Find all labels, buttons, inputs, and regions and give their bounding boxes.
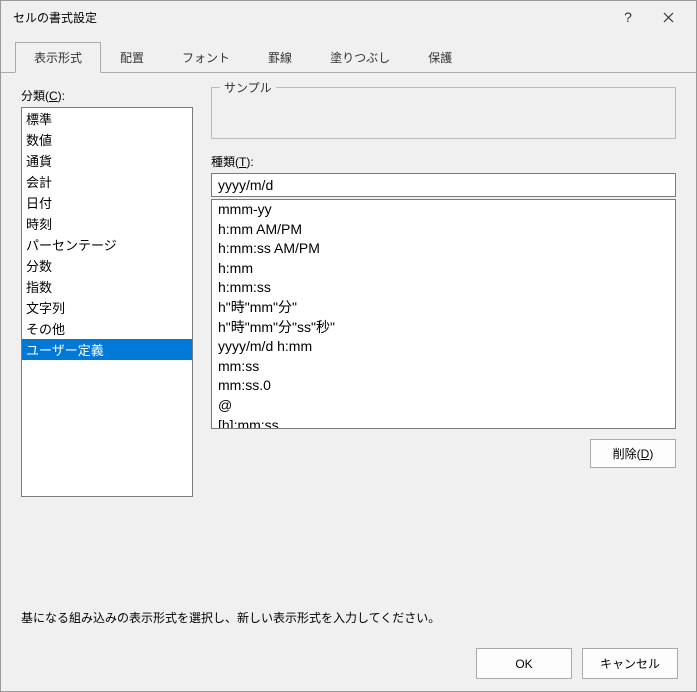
category-item[interactable]: 日付 — [22, 192, 192, 213]
category-label-prefix: 分類( — [21, 89, 49, 103]
tab-0[interactable]: 表示形式 — [15, 42, 101, 73]
delete-button-suffix: ) — [649, 447, 653, 461]
type-item[interactable]: mm:ss.0 — [212, 376, 675, 396]
type-item[interactable]: [h]:mm:ss — [212, 416, 675, 429]
dialog-content: 分類(C): 標準数値通貨会計日付時刻パーセンテージ分数指数文字列その他ユーザー… — [1, 73, 696, 636]
ok-button[interactable]: OK — [476, 648, 572, 679]
delete-button-prefix: 削除( — [613, 447, 641, 461]
tab-5[interactable]: 保護 — [409, 42, 471, 73]
category-item[interactable]: 数値 — [22, 129, 192, 150]
tab-2[interactable]: フォント — [163, 42, 249, 73]
category-item[interactable]: 標準 — [22, 108, 192, 129]
help-button[interactable]: ? — [608, 3, 648, 31]
type-item[interactable]: yyyy/m/d h:mm — [212, 337, 675, 357]
category-item[interactable]: 時刻 — [22, 213, 192, 234]
category-item[interactable]: 会計 — [22, 171, 192, 192]
titlebar: セルの書式設定 ? — [1, 1, 696, 33]
tab-strip: 表示形式配置フォント罫線塗りつぶし保護 — [1, 33, 696, 73]
close-icon — [663, 12, 674, 23]
type-label-prefix: 種類( — [211, 155, 239, 169]
type-list[interactable]: mmm-yyh:mm AM/PMh:mm:ss AM/PMh:mmh:mm:ss… — [211, 199, 676, 429]
category-label-suffix: ): — [58, 89, 65, 103]
category-column: 分類(C): 標準数値通貨会計日付時刻パーセンテージ分数指数文字列その他ユーザー… — [21, 87, 193, 585]
sample-label: サンプル — [220, 79, 276, 96]
sample-group: サンプル — [211, 87, 676, 139]
cancel-button[interactable]: キャンセル — [582, 648, 678, 679]
type-item[interactable]: h:mm:ss AM/PM — [212, 239, 675, 259]
type-item[interactable]: h:mm AM/PM — [212, 220, 675, 240]
type-item[interactable]: h"時"mm"分"ss"秒" — [212, 318, 675, 338]
main-row: 分類(C): 標準数値通貨会計日付時刻パーセンテージ分数指数文字列その他ユーザー… — [21, 87, 676, 585]
type-item[interactable]: mm:ss — [212, 357, 675, 377]
type-item[interactable]: h"時"mm"分" — [212, 298, 675, 318]
type-item[interactable]: @ — [212, 396, 675, 416]
tab-3[interactable]: 罫線 — [249, 42, 311, 73]
tab-1[interactable]: 配置 — [101, 42, 163, 73]
category-item[interactable]: 指数 — [22, 276, 192, 297]
type-label-suffix: ): — [246, 155, 253, 169]
dialog-title: セルの書式設定 — [13, 9, 608, 26]
category-item[interactable]: ユーザー定義 — [22, 339, 192, 360]
dialog-footer: OK キャンセル — [1, 636, 696, 691]
category-item[interactable]: パーセンテージ — [22, 234, 192, 255]
category-list[interactable]: 標準数値通貨会計日付時刻パーセンテージ分数指数文字列その他ユーザー定義 — [21, 107, 193, 497]
category-item[interactable]: 通貨 — [22, 150, 192, 171]
close-button[interactable] — [648, 3, 688, 31]
type-item[interactable]: h:mm:ss — [212, 278, 675, 298]
type-label: 種類(T): — [211, 153, 676, 170]
delete-button[interactable]: 削除(D) — [590, 439, 676, 468]
category-label: 分類(C): — [21, 87, 193, 104]
tab-4[interactable]: 塗りつぶし — [311, 42, 409, 73]
type-item[interactable]: mmm-yy — [212, 200, 675, 220]
category-item[interactable]: その他 — [22, 318, 192, 339]
hint-text: 基になる組み込みの表示形式を選択し、新しい表示形式を入力してください。 — [21, 609, 676, 626]
delete-row: 削除(D) — [211, 439, 676, 468]
type-input[interactable] — [211, 173, 676, 197]
type-item[interactable]: h:mm — [212, 259, 675, 279]
category-label-accel: C — [49, 89, 58, 103]
format-cells-dialog: セルの書式設定 ? 表示形式配置フォント罫線塗りつぶし保護 分類(C): 標準数… — [0, 0, 697, 692]
category-item[interactable]: 分数 — [22, 255, 192, 276]
category-item[interactable]: 文字列 — [22, 297, 192, 318]
detail-column: サンプル 種類(T): mmm-yyh:mm AM/PMh:mm:ss AM/P… — [211, 87, 676, 585]
